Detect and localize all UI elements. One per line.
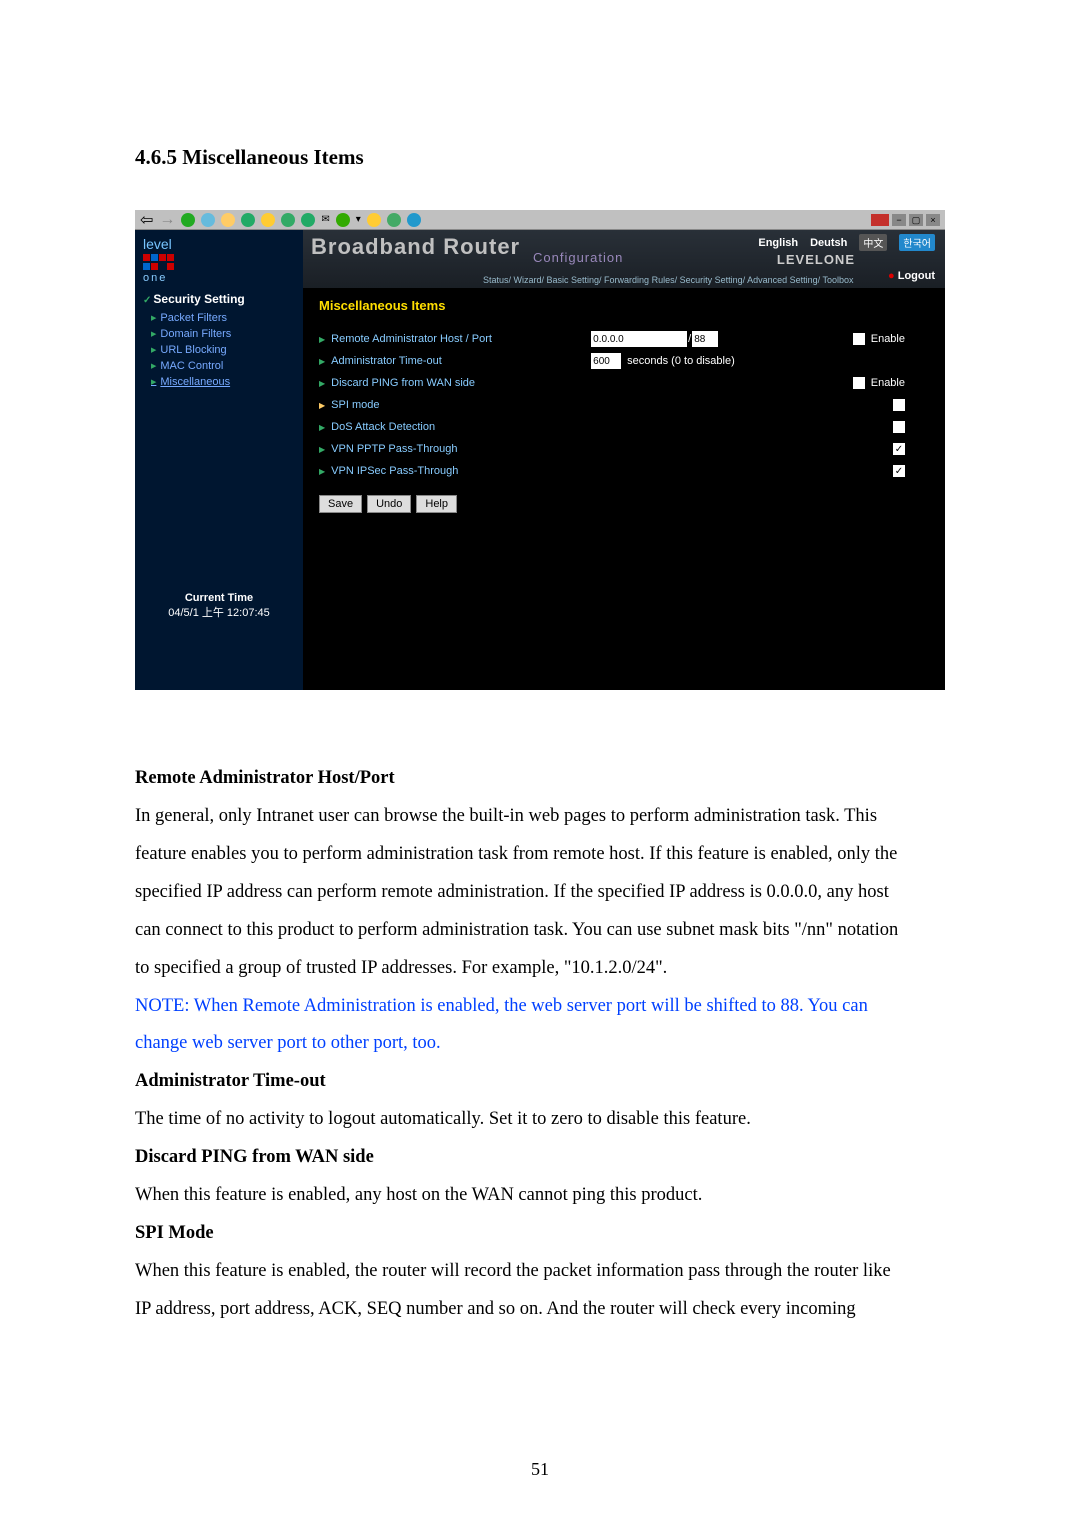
logo-one: one bbox=[143, 272, 295, 284]
para4-line1: When this feature is enabled, the router… bbox=[135, 1253, 945, 1291]
row-admin-timeout: ▶ Administrator Time-out seconds (0 to d… bbox=[319, 351, 929, 371]
nav-section-security[interactable]: Security Setting bbox=[135, 288, 303, 310]
browser-toolbar: ⇦ → ✉ ▾ − ▢ × bbox=[135, 210, 945, 230]
remote-admin-port-input[interactable] bbox=[692, 331, 718, 347]
para1-line4: can connect to this product to perform a… bbox=[135, 912, 945, 950]
dos-checkbox[interactable] bbox=[893, 421, 905, 433]
sidebar-logo: level one bbox=[135, 230, 303, 288]
main-panel: Broadband Router Configuration English D… bbox=[303, 230, 945, 690]
logo-text: level bbox=[143, 236, 295, 252]
content-title: Miscellaneous Items bbox=[319, 298, 929, 313]
media-icon[interactable] bbox=[281, 213, 295, 227]
breadcrumb[interactable]: Status/ Wizard/ Basic Setting/ Forwardin… bbox=[483, 275, 854, 285]
save-button[interactable]: Save bbox=[319, 495, 362, 513]
search-icon[interactable] bbox=[241, 213, 255, 227]
extra-icon[interactable] bbox=[407, 213, 421, 227]
help-button[interactable]: Help bbox=[416, 495, 457, 513]
spi-checkbox[interactable] bbox=[893, 399, 905, 411]
document-body: Remote Administrator Host/Port In genera… bbox=[135, 760, 945, 1329]
forward-icon[interactable]: → bbox=[159, 211, 175, 229]
current-time: Current Time 04/5/1 上午 12:07:45 bbox=[135, 592, 303, 620]
para1-line3: specified IP address can perform remote … bbox=[135, 874, 945, 912]
flag-icon bbox=[871, 214, 889, 226]
vpn-pptp-checkbox[interactable]: ✓ bbox=[893, 443, 905, 455]
refresh-icon[interactable] bbox=[201, 213, 215, 227]
logout-link[interactable]: ● Logout bbox=[888, 270, 935, 282]
nav-item-url-blocking[interactable]: URL Blocking bbox=[135, 342, 303, 358]
para4-line2: IP address, port address, ACK, SEQ numbe… bbox=[135, 1291, 945, 1329]
maximize-icon[interactable]: ▢ bbox=[909, 214, 923, 226]
messenger-icon[interactable] bbox=[387, 213, 401, 227]
nav-item-mac-control[interactable]: MAC Control bbox=[135, 358, 303, 374]
lang-chinese[interactable]: 中文 bbox=[859, 234, 887, 251]
banner: Broadband Router Configuration English D… bbox=[303, 230, 945, 288]
row-vpn-pptp: ▶ VPN PPTP Pass-Through ✓ bbox=[319, 439, 929, 459]
heading-spi-mode: SPI Mode bbox=[135, 1215, 945, 1253]
para3: When this feature is enabled, any host o… bbox=[135, 1177, 945, 1215]
remote-admin-host-input[interactable] bbox=[591, 331, 687, 347]
para1-line1: In general, only Intranet user can brows… bbox=[135, 798, 945, 836]
para2: The time of no activity to logout automa… bbox=[135, 1101, 945, 1139]
nav-item-domain-filters[interactable]: Domain Filters bbox=[135, 326, 303, 342]
favorites-icon[interactable] bbox=[261, 213, 275, 227]
para1-line2: feature enables you to perform administr… bbox=[135, 836, 945, 874]
lang-korean[interactable]: 한국어 bbox=[899, 234, 935, 251]
history-icon[interactable] bbox=[301, 213, 315, 227]
undo-button[interactable]: Undo bbox=[367, 495, 411, 513]
row-remote-admin: ▶ Remote Administrator Host / Port / Ena… bbox=[319, 329, 929, 349]
levelone-logo: LEVELONE bbox=[777, 252, 855, 267]
back-icon[interactable]: ⇦ bbox=[140, 210, 153, 230]
sidebar: level one Security Setting Packet Filter… bbox=[135, 230, 303, 690]
nav-item-miscellaneous[interactable]: Miscellaneous bbox=[135, 374, 303, 390]
page-number: 51 bbox=[0, 1459, 1080, 1480]
discuss-icon[interactable] bbox=[367, 213, 381, 227]
para1-line5: to specified a group of trusted IP addre… bbox=[135, 950, 945, 988]
row-discard-ping: ▶ Discard PING from WAN side Enable bbox=[319, 373, 929, 393]
section-heading: 4.6.5 Miscellaneous Items bbox=[135, 145, 945, 170]
router-admin-screenshot: ⇦ → ✉ ▾ − ▢ × level bbox=[135, 210, 945, 690]
row-dos: ▶ DoS Attack Detection bbox=[319, 417, 929, 437]
edit-icon[interactable]: ▾ bbox=[356, 214, 361, 225]
lang-english[interactable]: English bbox=[758, 237, 798, 249]
close-icon[interactable]: × bbox=[926, 214, 940, 226]
vpn-ipsec-checkbox[interactable]: ✓ bbox=[893, 465, 905, 477]
note-line2: change web server port to other port, to… bbox=[135, 1025, 945, 1063]
nav-item-packet-filters[interactable]: Packet Filters bbox=[135, 310, 303, 326]
heading-remote-admin: Remote Administrator Host/Port bbox=[135, 760, 945, 798]
heading-admin-timeout: Administrator Time-out bbox=[135, 1063, 945, 1101]
heading-discard-ping: Discard PING from WAN side bbox=[135, 1139, 945, 1177]
admin-timeout-input[interactable] bbox=[591, 353, 621, 369]
mail-icon[interactable]: ✉ bbox=[321, 214, 329, 225]
remote-admin-enable-checkbox[interactable] bbox=[853, 333, 865, 345]
print-icon[interactable] bbox=[336, 213, 350, 227]
discard-ping-enable-checkbox[interactable] bbox=[853, 377, 865, 389]
minimize-icon[interactable]: − bbox=[892, 214, 906, 226]
row-spi: ▶ SPI mode bbox=[319, 395, 929, 415]
row-vpn-ipsec: ▶ VPN IPSec Pass-Through ✓ bbox=[319, 461, 929, 481]
note-line1: NOTE: When Remote Administration is enab… bbox=[135, 988, 945, 1026]
home-icon[interactable] bbox=[221, 213, 235, 227]
lang-deutsch[interactable]: Deutsh bbox=[810, 237, 847, 249]
config-label: Configuration bbox=[533, 250, 623, 265]
stop-icon[interactable] bbox=[181, 213, 195, 227]
